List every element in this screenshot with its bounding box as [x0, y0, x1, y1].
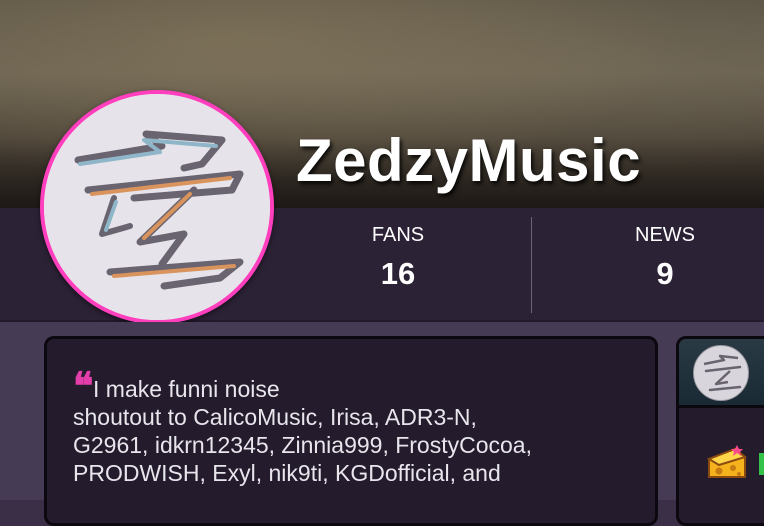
fans-label: FANS: [371, 224, 425, 246]
stats-divider: [531, 217, 532, 313]
profile-username: ZedzyMusic: [296, 127, 642, 194]
news-label: NEWS: [635, 224, 695, 246]
bio-text: I make funni noise shoutout to CalicoMus…: [73, 375, 633, 487]
bio-line: shoutout to CalicoMusic, Irisa, ADR3-N,: [73, 404, 477, 430]
fans-count: 16: [380, 256, 416, 291]
side-card[interactable]: [676, 336, 764, 526]
mini-avatar[interactable]: [693, 345, 749, 401]
bio-card: ❝ I make funni noise shoutout to CalicoM…: [44, 336, 658, 526]
news-count: 9: [656, 256, 674, 291]
profile-avatar[interactable]: [40, 90, 274, 324]
zedzy-logo-mini-icon: [703, 354, 742, 392]
bio-line: I make funni noise: [93, 376, 280, 402]
side-card-header: [679, 339, 764, 408]
bio-line: PRODWISH, Exyl, nik9ti, KGDofficial, and: [73, 460, 501, 486]
bio-line: G2961, idkrn12345, Zinnia999, FrostyCoco…: [73, 432, 532, 458]
status-indicator: [759, 453, 764, 475]
zedzy-logo-drawing-icon: [44, 94, 270, 320]
cheese-icon: [706, 445, 748, 478]
